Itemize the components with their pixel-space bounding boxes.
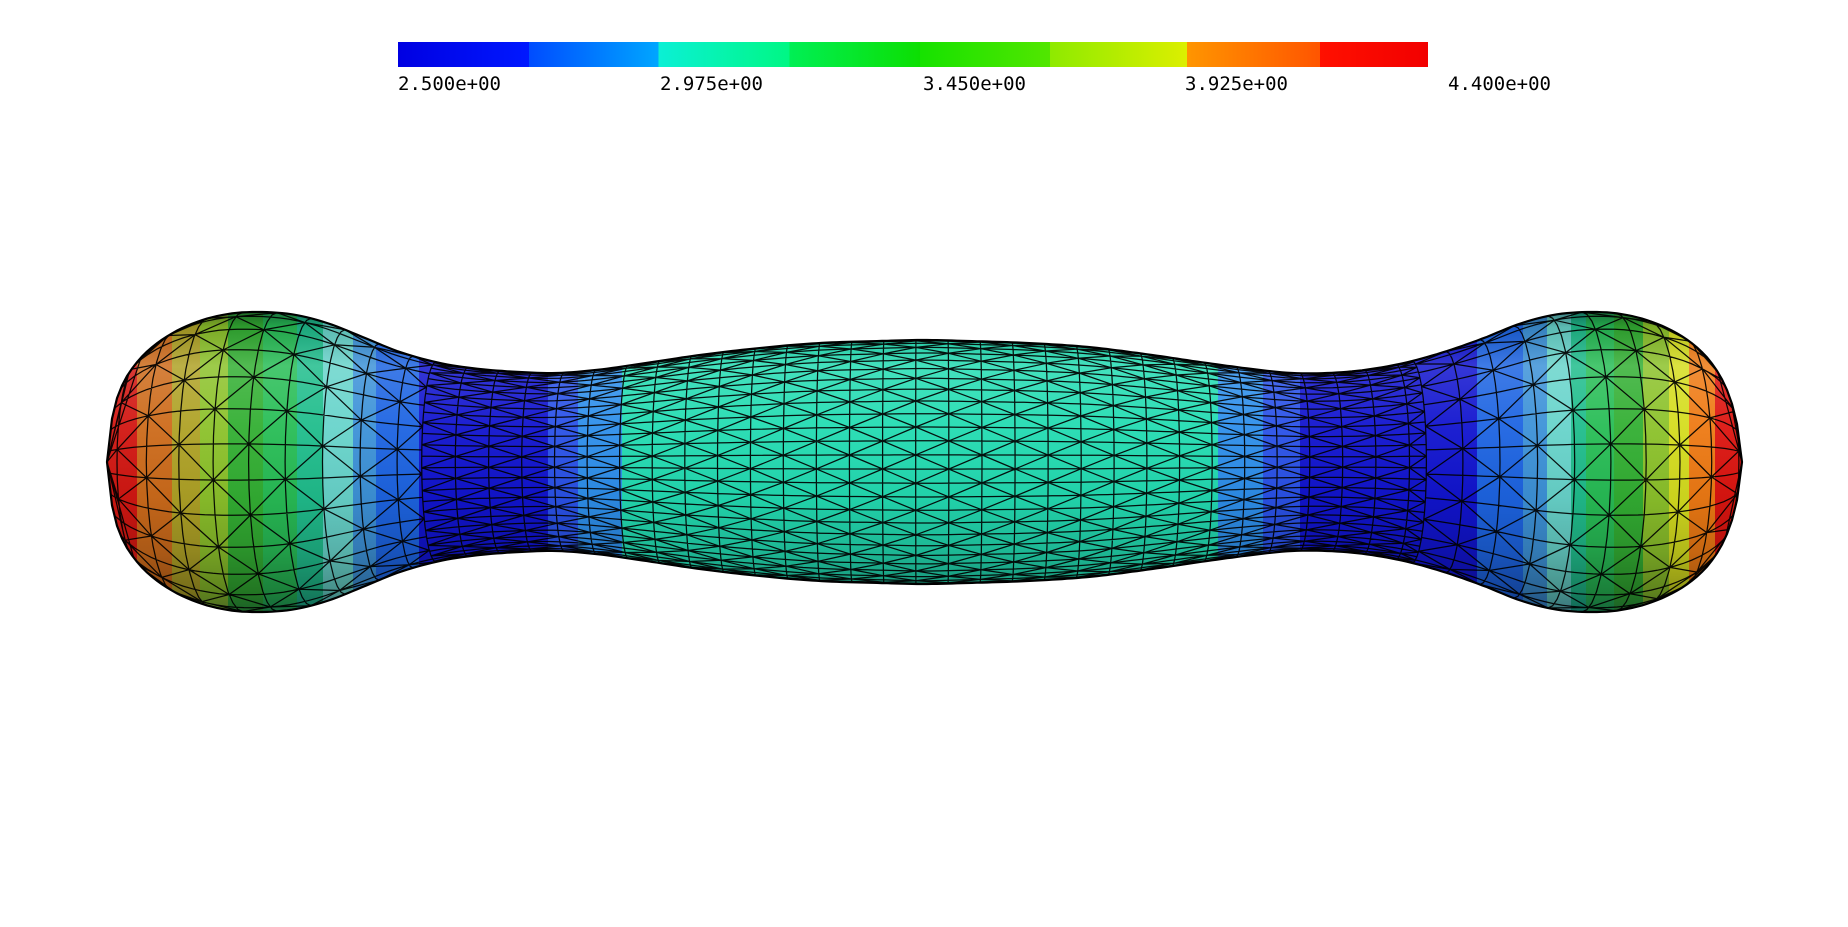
render-canvas[interactable]: 2.500e+00 2.975e+00 3.450e+00 3.925e+00 … bbox=[0, 0, 1848, 927]
colorbar-tick-label-4: 3.925e+00 bbox=[1185, 73, 1288, 95]
colorbar bbox=[398, 42, 1428, 67]
colorbar-tick-label-5: 4.400e+00 bbox=[1448, 73, 1551, 95]
viewer-window: 2.500e+00 2.975e+00 3.450e+00 3.925e+00 … bbox=[0, 0, 1848, 927]
colorbar-tick-label-3: 3.450e+00 bbox=[923, 73, 1026, 95]
colorbar-tick-label-1: 2.500e+00 bbox=[398, 73, 501, 95]
surface-figure[interactable] bbox=[102, 307, 1746, 617]
colorbar-tick-label-2: 2.975e+00 bbox=[660, 73, 763, 95]
color-legend: 2.500e+00 2.975e+00 3.450e+00 3.925e+00 … bbox=[398, 42, 1551, 95]
